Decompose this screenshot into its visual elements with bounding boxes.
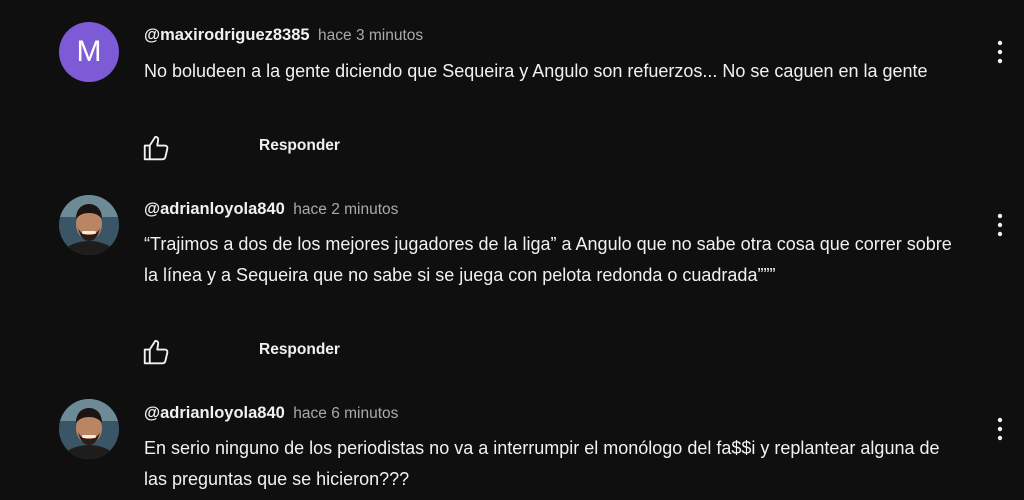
avatar[interactable]	[59, 399, 119, 459]
comment-thread: @adrianloyola840 hace 6 minutos En serio…	[0, 0, 1024, 500]
more-vert-icon	[997, 417, 1003, 441]
comment-header: @adrianloyola840 hace 6 minutos	[144, 402, 398, 425]
user-photo-icon	[59, 399, 119, 459]
comment-menu-button[interactable]	[988, 414, 1012, 444]
comment-timestamp[interactable]: hace 6 minutos	[293, 405, 398, 422]
comment-text: En serio ninguno de los periodistas no v…	[144, 438, 940, 489]
author-name[interactable]: @adrianloyola840	[144, 404, 285, 422]
